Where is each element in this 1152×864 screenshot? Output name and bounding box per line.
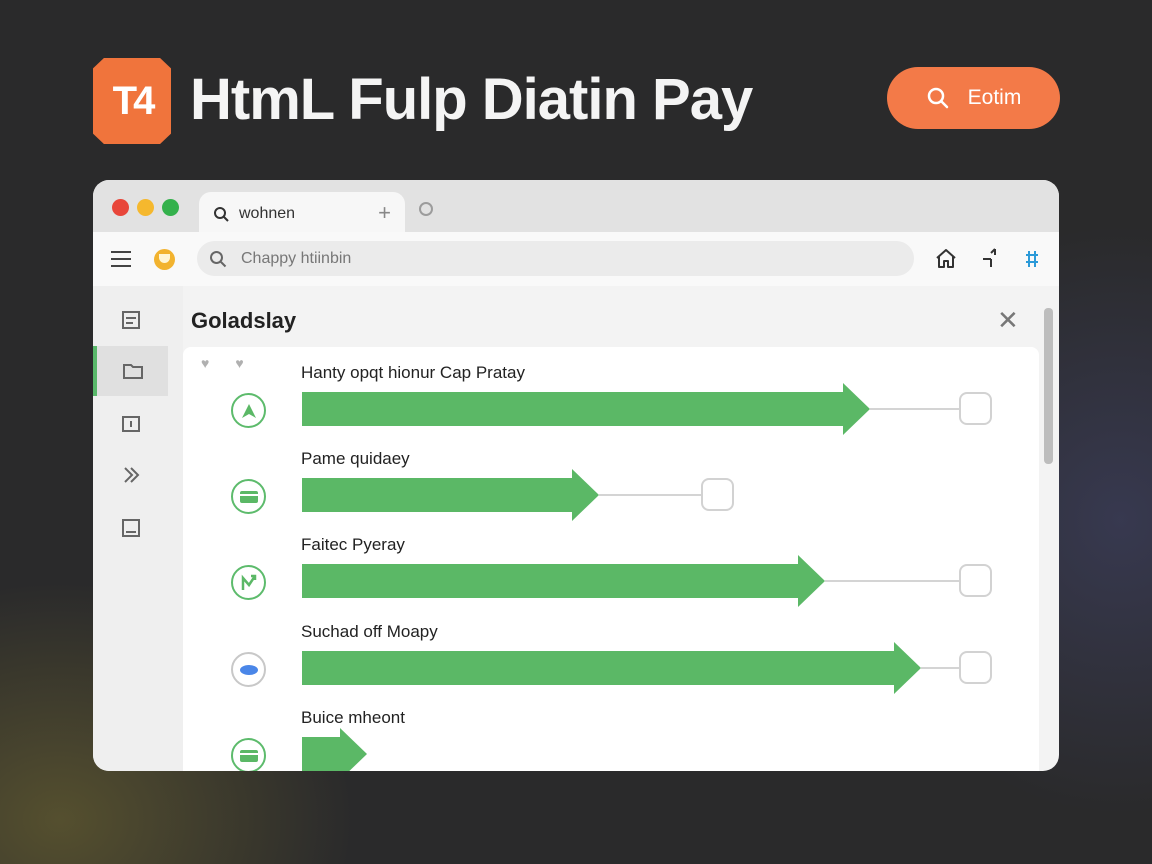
sidebar-item-notes[interactable] [93,503,168,553]
extension-puzzle-icon[interactable] [1020,247,1044,271]
progress-bar [302,555,825,607]
content-panel: ♥ ♥ Hanty opqt hionur Cap Pratay Pame qu… [183,347,1039,771]
sidebar-item-forward[interactable] [93,450,168,500]
minimize-window-dot[interactable] [137,199,154,216]
tab-search-icon [214,207,229,222]
progress-track [825,580,959,582]
progress-bar [302,728,367,771]
address-search-icon [210,250,227,267]
progress-track [921,667,959,669]
browser-window: wohnen + Chappy htiinbin Goladslay ✕ ♥ ♥… [93,180,1059,771]
tab-title: wohnen [239,205,296,222]
search-icon [927,87,948,109]
tab-add-icon[interactable]: + [378,200,391,226]
progress-bar [302,383,870,435]
panel-title: Goladslay [191,308,297,333]
progress-track [599,494,701,496]
browser-tab[interactable]: wohnen + [199,192,405,236]
row-label: Buice mheont [301,708,405,727]
close-icon[interactable]: ✕ [997,305,1019,336]
list-item[interactable]: Hanty opqt hionur Cap Pratay [183,347,1039,435]
sidebar-item-page[interactable] [93,399,168,449]
list-item[interactable]: Buice mheont [183,692,1039,771]
share-icon[interactable] [977,247,1001,271]
arrow-up-icon [231,393,266,428]
document-icon [121,311,140,329]
scrollbar-thumb[interactable] [1044,308,1053,464]
list-item[interactable]: Pame quidaey [183,433,1039,521]
sidebar-item-folder[interactable] [93,346,168,396]
sidebar-item-document[interactable] [93,295,168,345]
new-tab-icon[interactable] [419,202,433,216]
sidebar [93,286,183,771]
progress-bar [302,642,921,694]
list-item[interactable]: Faitec Pyeray [183,519,1039,607]
row-label: Pame quidaey [301,449,410,468]
top-action-label: Eotim [967,86,1022,109]
progress-track [870,408,959,410]
maximize-window-dot[interactable] [162,199,179,216]
cloud-icon [231,652,266,687]
close-window-dot[interactable] [112,199,129,216]
row-label: Suchad off Moapy [301,622,438,641]
chart-icon [231,565,266,600]
card-icon [231,738,266,771]
row-checkbox[interactable] [959,392,992,425]
scrollbar[interactable] [1042,290,1054,760]
notes-icon [121,519,140,537]
app-title: HtmL Fulp Diatin Pay [190,67,753,132]
address-placeholder: Chappy htiinbin [241,249,352,267]
row-label: Hanty opqt hionur Cap Pratay [301,363,525,382]
home-icon[interactable] [934,247,958,271]
row-label: Faitec Pyeray [301,535,405,554]
row-checkbox[interactable] [701,478,734,511]
double-chevron-right-icon [123,467,139,483]
page-icon [121,416,140,432]
menu-icon[interactable] [111,251,131,267]
folder-icon [122,364,143,379]
progress-bar [302,469,599,521]
logo-text: T4 [112,78,156,123]
card-icon [231,479,266,514]
tab-bar: wohnen + [93,180,1059,236]
list-item[interactable]: Suchad off Moapy [183,606,1039,694]
top-action-button[interactable]: Eotim [887,67,1060,129]
extension-icon[interactable] [154,249,175,270]
address-bar[interactable]: Chappy htiinbin [197,241,914,276]
app-logo: T4 [93,58,171,144]
row-checkbox[interactable] [959,564,992,597]
row-checkbox[interactable] [959,651,992,684]
browser-toolbar: Chappy htiinbin [93,232,1059,286]
